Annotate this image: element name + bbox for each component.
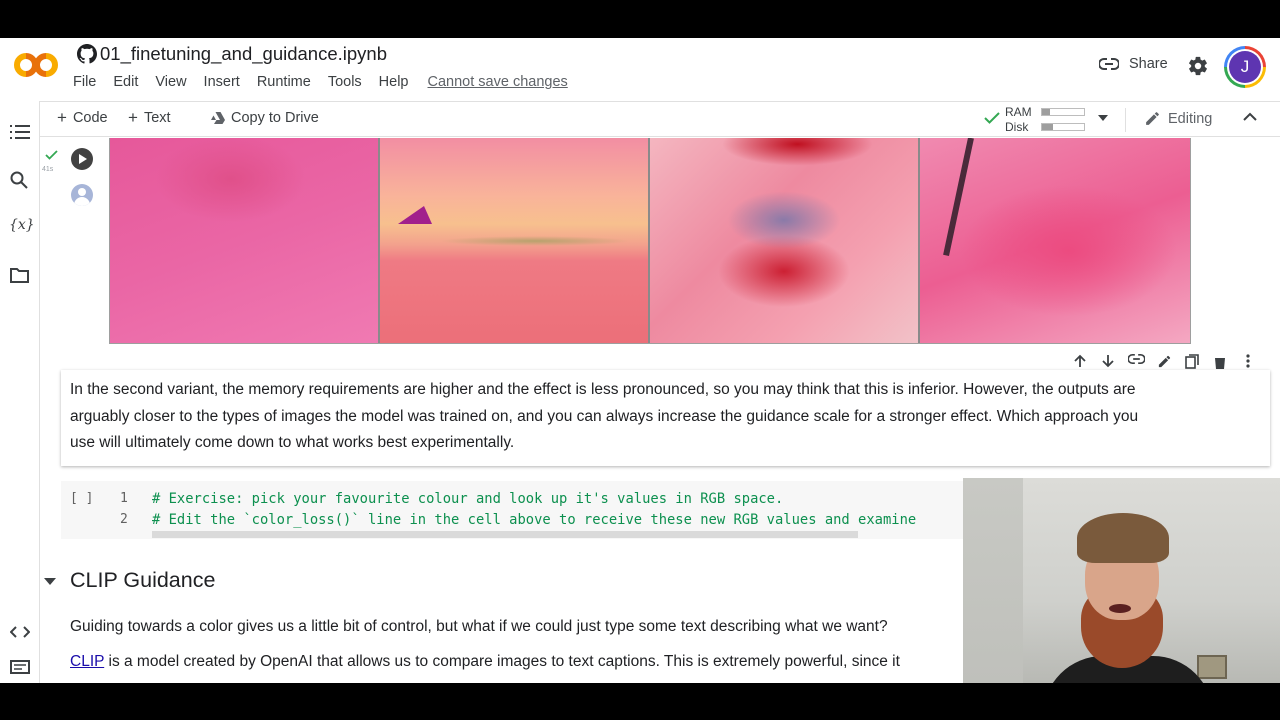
editing-label: Editing	[1168, 110, 1213, 127]
mirror-icon	[1185, 354, 1199, 369]
paragraph-rest: is a model created by OpenAI that allows…	[104, 653, 900, 670]
notebook-toolbar: + Code + Text Copy to Drive RAM Disk Edi…	[40, 101, 1280, 137]
output-image-4	[920, 138, 1190, 343]
chevron-up-icon[interactable]	[1243, 112, 1257, 121]
ram-usage-bar	[1041, 108, 1085, 116]
plus-icon: +	[128, 108, 138, 127]
copy-to-drive-button[interactable]: Copy to Drive	[211, 110, 319, 126]
chevron-down-icon[interactable]	[1098, 115, 1108, 121]
line-number: 1	[120, 491, 128, 506]
connected-check-icon	[984, 112, 1000, 124]
text-cell[interactable]: In the second variant, the memory requir…	[61, 370, 1270, 466]
section-header[interactable]: CLIP Guidance	[44, 568, 215, 593]
arrow-up-icon	[1074, 354, 1086, 367]
menu-runtime[interactable]: Runtime	[257, 74, 311, 90]
add-code-button[interactable]: + Code	[57, 108, 108, 127]
menu-bar: File Edit View Insert Runtime Tools Help…	[73, 74, 585, 90]
pencil-icon	[1158, 355, 1170, 368]
arrow-down-icon	[1102, 355, 1114, 368]
code-line[interactable]: # Exercise: pick your favourite colour a…	[152, 491, 783, 507]
share-button[interactable]: Share	[1099, 56, 1168, 72]
code-line[interactable]: # Edit the `color_loss()` line in the ce…	[152, 512, 916, 528]
account-avatar[interactable]: J	[1224, 46, 1266, 88]
horizontal-scrollbar[interactable]	[152, 531, 858, 538]
menu-help[interactable]: Help	[379, 74, 409, 90]
menu-insert[interactable]: Insert	[204, 74, 240, 90]
menu-edit[interactable]: Edit	[113, 74, 138, 90]
paragraph-text: Guiding towards a color gives us a littl…	[70, 618, 888, 635]
ram-label: RAM	[1005, 105, 1032, 119]
terminal-icon[interactable]	[10, 660, 30, 674]
output-image-2	[380, 138, 650, 343]
move-cell-up-button[interactable]	[1066, 354, 1094, 369]
toolbar-divider	[1125, 108, 1126, 132]
save-status-link[interactable]: Cannot save changes	[428, 74, 568, 90]
editing-mode-button[interactable]: Editing	[1144, 110, 1212, 127]
collapse-section-icon[interactable]	[44, 578, 56, 585]
wall-picture	[1197, 655, 1227, 679]
menu-view[interactable]: View	[155, 74, 186, 90]
trash-icon	[1214, 354, 1226, 369]
cell-output-images	[109, 138, 1191, 344]
header: 01_finetuning_and_guidance.ipynb File Ed…	[0, 38, 1280, 101]
share-label: Share	[1129, 56, 1168, 72]
paragraph-text: CLIP is a model created by OpenAI that a…	[70, 653, 900, 671]
menu-tools[interactable]: Tools	[328, 74, 362, 90]
text-cell-content: In the second variant, the memory requir…	[70, 381, 1139, 451]
table-of-contents-icon[interactable]	[10, 125, 30, 139]
add-text-button[interactable]: + Text	[128, 108, 171, 127]
cell-user-icon	[71, 184, 93, 206]
clip-link[interactable]: CLIP	[70, 653, 104, 670]
line-number: 2	[120, 512, 128, 527]
copy-to-drive-label: Copy to Drive	[231, 110, 319, 126]
add-text-label: Text	[143, 110, 171, 126]
link-icon	[1127, 354, 1145, 364]
drive-icon	[211, 112, 225, 124]
cell-success-check-icon	[45, 150, 58, 160]
code-cell[interactable]: [ ] 1 # Exercise: pick your favourite co…	[61, 481, 963, 539]
pencil-icon	[1146, 112, 1159, 125]
add-code-label: Code	[72, 110, 108, 126]
more-vert-icon	[1246, 354, 1250, 368]
notebook-title[interactable]: 01_finetuning_and_guidance.ipynb	[100, 43, 387, 65]
colab-logo-icon[interactable]	[13, 52, 59, 78]
mirror-cell-button[interactable]	[1178, 354, 1206, 369]
disk-label: Disk	[1005, 120, 1029, 134]
menu-file[interactable]: File	[73, 74, 96, 90]
execution-count[interactable]: [ ]	[70, 491, 93, 506]
folder-icon[interactable]	[10, 268, 29, 283]
code-snippets-icon[interactable]	[10, 626, 30, 638]
avatar-letter: J	[1229, 51, 1261, 83]
run-cell-button[interactable]	[71, 148, 93, 170]
cell-run-time: 41s	[42, 166, 54, 173]
link-icon	[1099, 58, 1119, 70]
github-icon	[77, 44, 97, 64]
plus-icon: +	[57, 108, 67, 127]
cell-toolbar	[1066, 354, 1262, 369]
output-image-1	[110, 138, 380, 343]
copy-link-button[interactable]	[1122, 354, 1150, 369]
gear-icon[interactable]	[1187, 55, 1209, 77]
disk-usage-bar	[1041, 123, 1085, 131]
output-image-3	[650, 138, 920, 343]
section-title: CLIP Guidance	[70, 568, 216, 592]
webcam-overlay	[963, 478, 1280, 683]
colab-window: 01_finetuning_and_guidance.ipynb File Ed…	[0, 38, 1280, 683]
left-sidebar: {x}	[0, 101, 40, 683]
delete-cell-button[interactable]	[1206, 354, 1234, 369]
move-cell-down-button[interactable]	[1094, 354, 1122, 369]
variables-icon[interactable]: {x}	[9, 217, 35, 233]
search-icon[interactable]	[10, 171, 28, 189]
more-options-button[interactable]	[1234, 354, 1262, 369]
edit-cell-button[interactable]	[1150, 354, 1178, 369]
